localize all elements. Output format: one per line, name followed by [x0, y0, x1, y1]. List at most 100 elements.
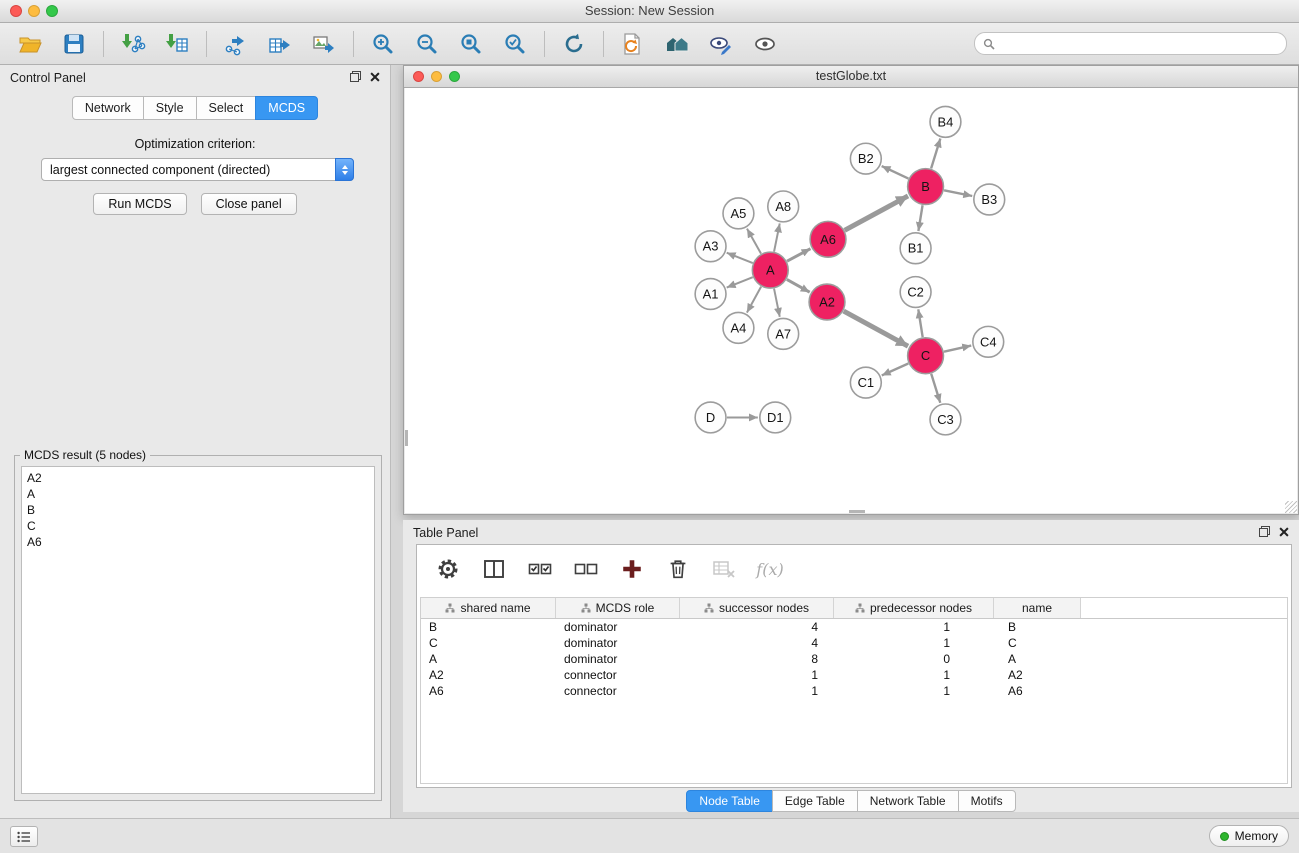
run-mcds-button[interactable]: Run MCDS — [93, 193, 186, 215]
vertical-scroll-thumb[interactable] — [405, 430, 408, 446]
graph-edge-A-A3[interactable] — [727, 253, 753, 263]
graph-edge-B-B2[interactable] — [882, 166, 909, 179]
tab-node-table[interactable]: Node Table — [686, 790, 773, 812]
save-session-icon[interactable] — [56, 29, 92, 59]
graph-edge-B-B1[interactable] — [918, 205, 922, 231]
horizontal-scroll-thumb[interactable] — [849, 510, 865, 513]
zoom-out-icon[interactable] — [409, 29, 445, 59]
graph-node-label: A4 — [731, 320, 747, 335]
status-bar: Memory — [0, 818, 1299, 853]
resize-grip-icon[interactable] — [1285, 501, 1297, 513]
export-table-icon[interactable] — [262, 29, 298, 59]
cell-mcds-role: connector — [556, 668, 680, 682]
column-visibility-icon[interactable] — [481, 556, 507, 582]
graph-node-label: B — [921, 179, 930, 194]
attribute-type-icon — [855, 603, 865, 613]
toolbar-separator — [103, 31, 104, 57]
graph-edge-A6-B[interactable] — [845, 196, 908, 230]
graph-node-label: B1 — [908, 241, 924, 256]
select-all-rows-icon[interactable] — [527, 556, 553, 582]
graph-edge-B-B4[interactable] — [931, 138, 940, 168]
mcds-result-item[interactable]: B — [27, 502, 369, 518]
show-hide-view-icon[interactable] — [747, 29, 783, 59]
graph-node-label: C2 — [907, 285, 924, 300]
graph-node-label: A3 — [703, 239, 719, 254]
graph-edge-A2-C[interactable] — [844, 311, 908, 346]
import-table-icon[interactable] — [159, 29, 195, 59]
graph-edge-B-B3[interactable] — [944, 190, 972, 196]
tab-motifs[interactable]: Motifs — [958, 790, 1016, 812]
mcds-result-item[interactable]: A6 — [27, 534, 369, 550]
table-row[interactable]: C dominator 4 1 C — [421, 635, 1287, 651]
app-titlebar[interactable]: Session: New Session — [0, 0, 1299, 23]
float-panel-icon[interactable] — [1259, 526, 1270, 540]
close-panel-button[interactable]: Close panel — [201, 193, 297, 215]
column-header-mcds-role[interactable]: MCDS role — [556, 598, 680, 618]
network-graph[interactable]: B4B2BB3A8A5A6A3B1AC2A1A2A4A7C4CC1DD1C3 — [405, 88, 1297, 513]
import-network-icon[interactable] — [115, 29, 151, 59]
memory-button[interactable]: Memory — [1209, 825, 1289, 847]
graph-edge-A-A6[interactable] — [787, 249, 810, 262]
export-network-icon[interactable] — [218, 29, 254, 59]
table-row[interactable]: A6 connector 1 1 A6 — [421, 683, 1287, 699]
search-box[interactable] — [974, 32, 1287, 55]
toolbar-separator — [603, 31, 604, 57]
mcds-result-item[interactable]: A2 — [27, 470, 369, 486]
graph-edge-A-A7[interactable] — [774, 289, 780, 317]
show-graphics-details-icon[interactable] — [703, 29, 739, 59]
graph-edge-C-C3[interactable] — [931, 374, 940, 403]
tab-edge-table[interactable]: Edge Table — [772, 790, 858, 812]
graph-edge-C-C2[interactable] — [918, 309, 922, 337]
tab-style[interactable]: Style — [143, 96, 197, 120]
graph-edge-C-C1[interactable] — [882, 364, 909, 376]
column-header-successor-nodes[interactable]: successor nodes — [680, 598, 834, 618]
close-panel-icon[interactable] — [370, 71, 380, 85]
refresh-view-icon[interactable] — [556, 29, 592, 59]
home-views-icon[interactable] — [659, 29, 695, 59]
column-header-predecessor-nodes[interactable]: predecessor nodes — [834, 598, 994, 618]
graph-node-label: B3 — [981, 192, 997, 207]
network-window-titlebar[interactable]: testGlobe.txt — [404, 66, 1298, 88]
search-icon — [983, 38, 995, 50]
settings-gear-icon[interactable] — [435, 556, 461, 582]
float-panel-icon[interactable] — [350, 71, 361, 85]
table-row[interactable]: A2 connector 1 1 A2 — [421, 667, 1287, 683]
graph-edge-C-C4[interactable] — [944, 346, 971, 352]
add-row-icon[interactable] — [619, 556, 645, 582]
export-image-icon[interactable] — [306, 29, 342, 59]
zoom-selected-icon[interactable] — [497, 29, 533, 59]
column-label: shared name — [460, 601, 530, 615]
cell-mcds-role: dominator — [556, 636, 680, 650]
graph-edge-A-A8[interactable] — [774, 223, 780, 251]
tab-mcds[interactable]: MCDS — [255, 96, 318, 120]
column-header-shared-name[interactable]: shared name — [421, 598, 556, 618]
tab-network[interactable]: Network — [72, 96, 144, 120]
tab-select[interactable]: Select — [196, 96, 257, 120]
show-panels-button[interactable] — [10, 826, 38, 847]
cell-predecessor-nodes: 1 — [834, 668, 994, 682]
mcds-result-list[interactable]: A2 A B C A6 — [21, 466, 375, 794]
tab-network-table[interactable]: Network Table — [857, 790, 959, 812]
criterion-dropdown[interactable]: largest connected component (directed) — [41, 158, 354, 181]
deselect-all-rows-icon[interactable] — [573, 556, 599, 582]
table-row[interactable]: A dominator 8 0 A — [421, 651, 1287, 667]
graph-node-label: C4 — [980, 334, 997, 349]
graph-node-label: A6 — [820, 232, 836, 247]
zoom-fit-icon[interactable] — [453, 29, 489, 59]
search-input[interactable] — [1000, 36, 1278, 52]
column-header-name[interactable]: name — [994, 598, 1081, 618]
table-row[interactable]: B dominator 4 1 B — [421, 619, 1287, 635]
open-session-file-icon[interactable] — [615, 29, 651, 59]
graph-edge-A-A1[interactable] — [727, 277, 753, 287]
mcds-result-item[interactable]: A — [27, 486, 369, 502]
delete-rows-icon[interactable] — [665, 556, 691, 582]
mcds-result-item[interactable]: C — [27, 518, 369, 534]
zoom-in-icon[interactable] — [365, 29, 401, 59]
table-panel-tabs: Node Table Edge Table Network Table Moti… — [403, 790, 1299, 812]
close-panel-icon[interactable] — [1279, 526, 1289, 540]
network-canvas[interactable]: B4B2BB3A8A5A6A3B1AC2A1A2A4A7C4CC1DD1C3 — [405, 88, 1297, 513]
graph-edge-A-A5[interactable] — [747, 229, 761, 254]
open-folder-icon[interactable] — [12, 29, 48, 59]
graph-edge-A-A2[interactable] — [787, 279, 810, 292]
graph-edge-A-A4[interactable] — [747, 287, 761, 313]
